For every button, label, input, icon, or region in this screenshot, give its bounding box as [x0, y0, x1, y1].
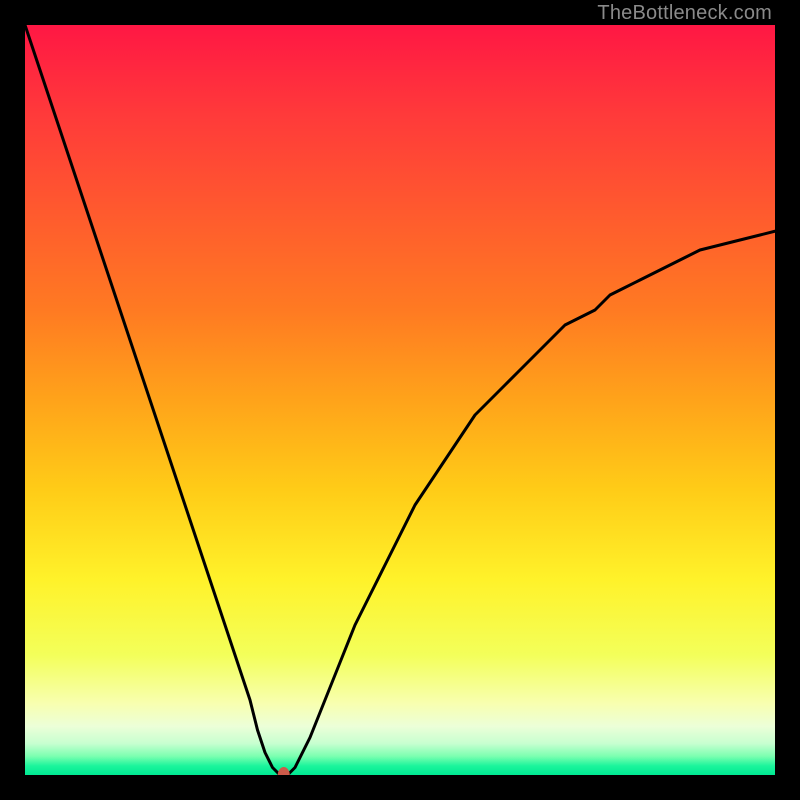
watermark-text: TheBottleneck.com: [597, 2, 772, 25]
chart-background: [25, 25, 775, 775]
chart-frame: [25, 25, 775, 775]
bottleneck-chart: [25, 25, 775, 775]
